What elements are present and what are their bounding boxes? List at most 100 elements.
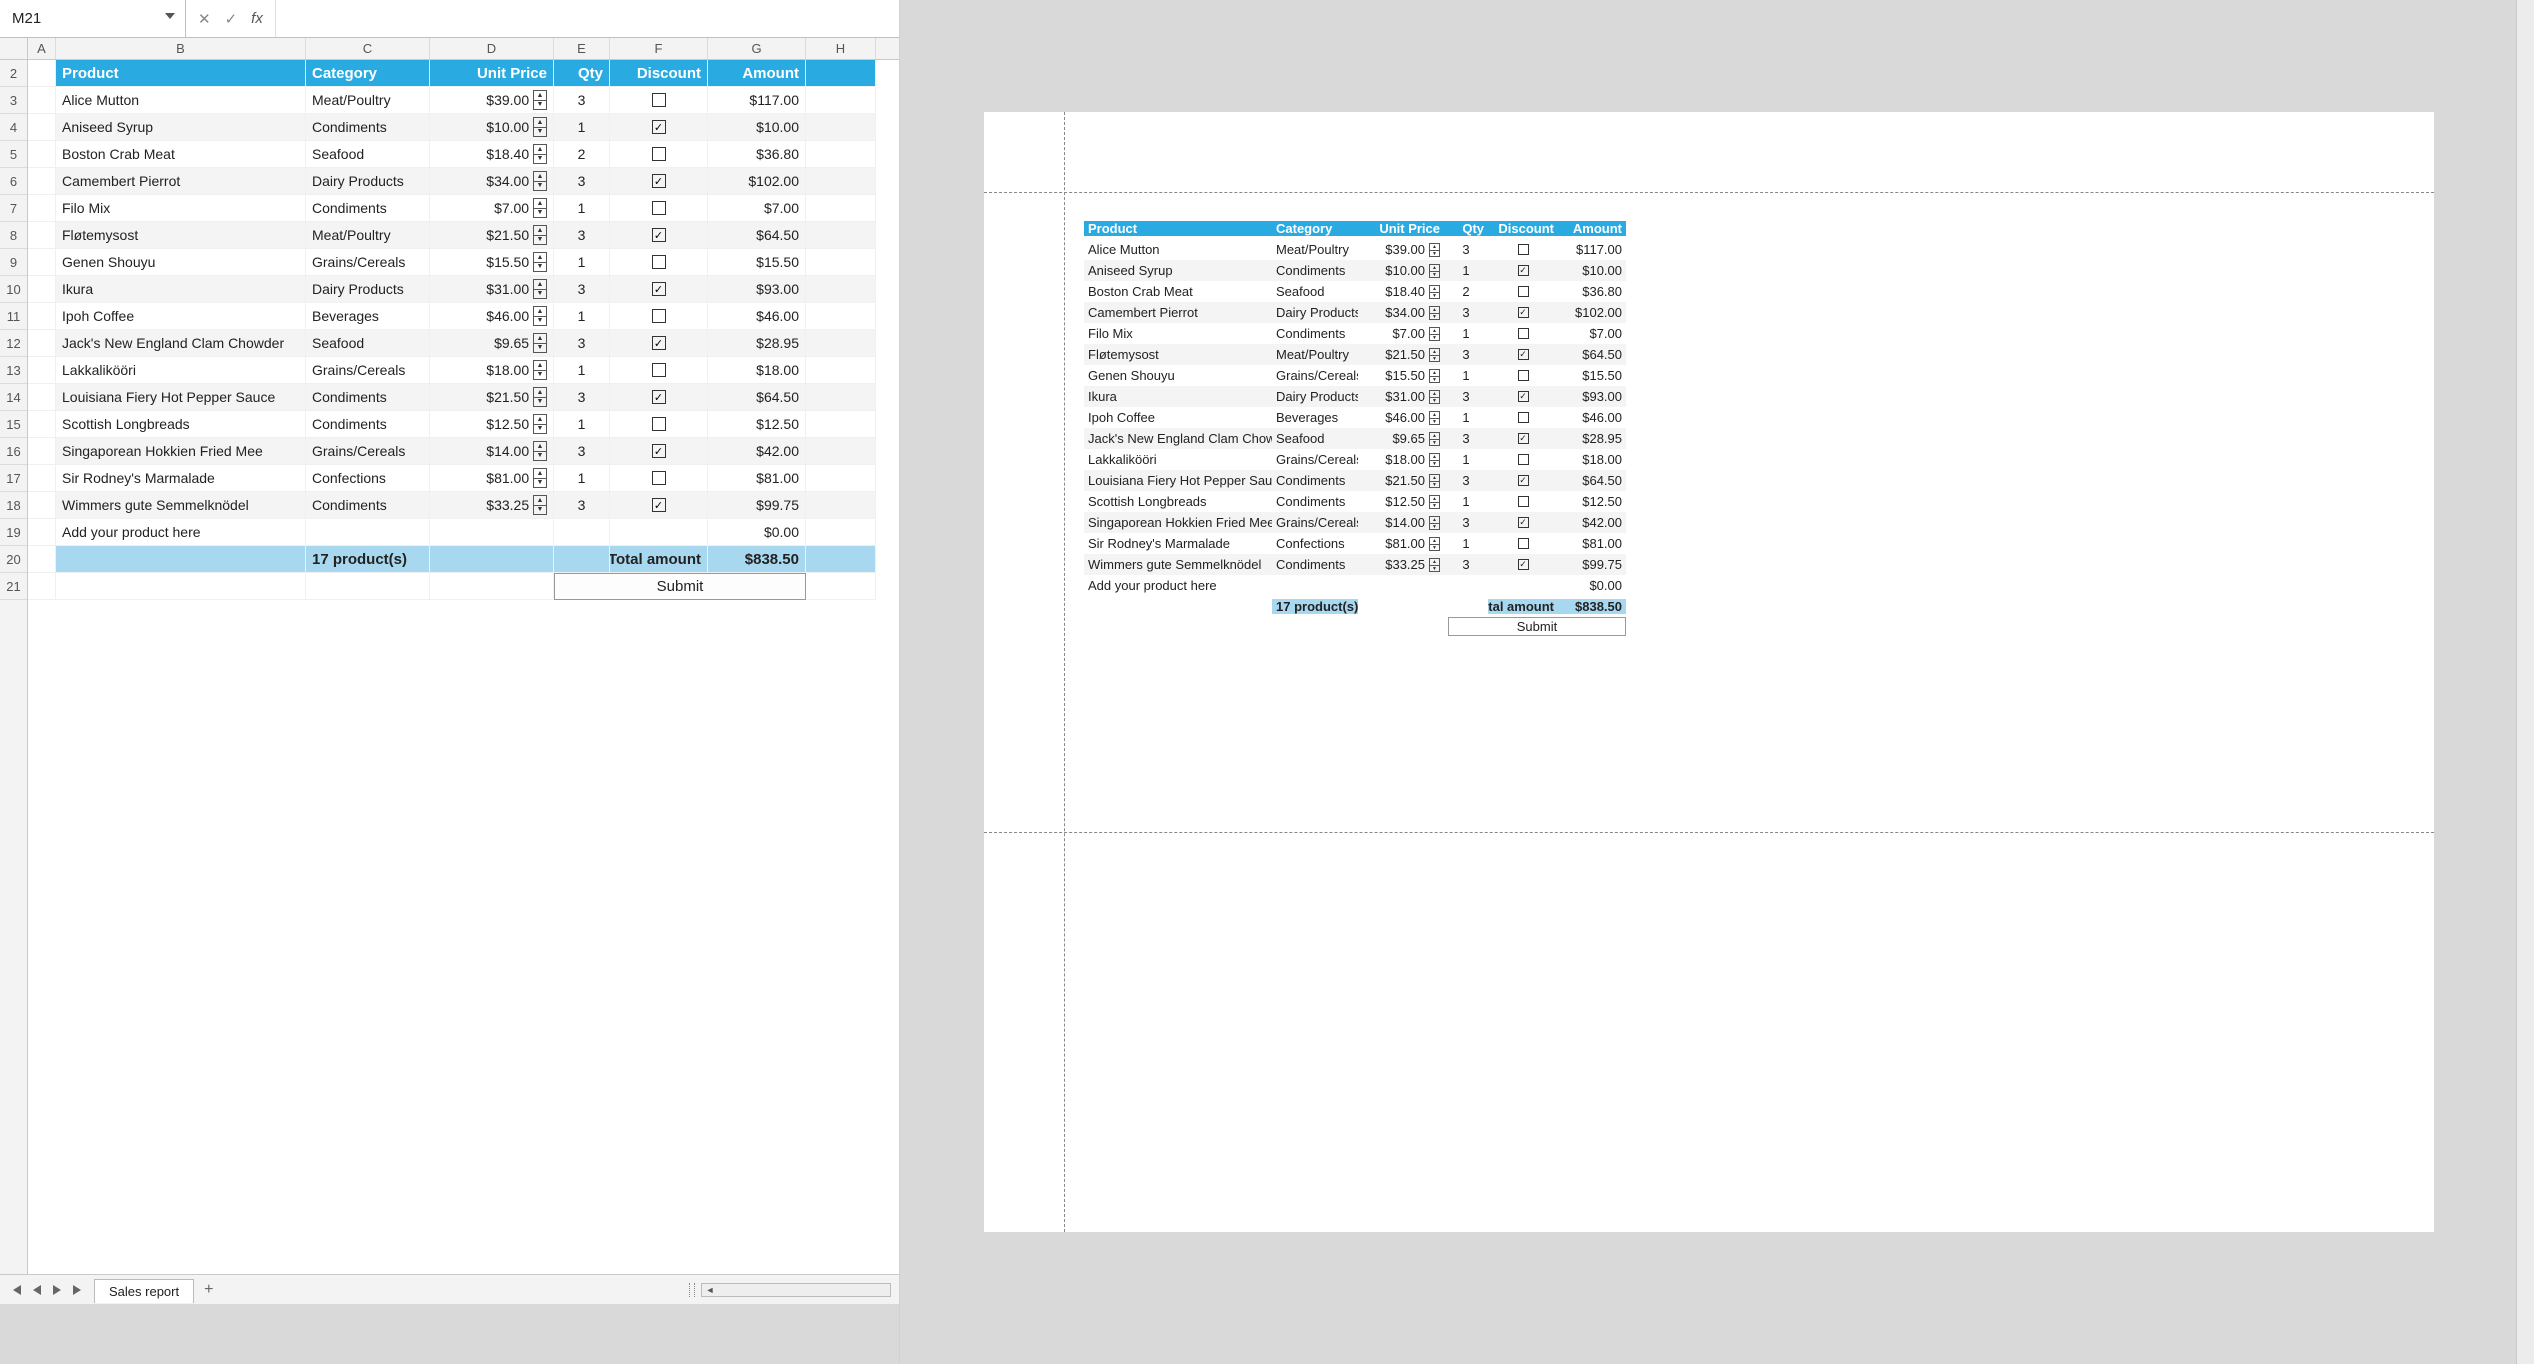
qty-stepper[interactable]: ▲▼ [533,468,547,488]
cell-amount[interactable]: $18.00 [708,357,806,384]
row-header[interactable]: 10 [0,276,27,303]
qty-stepper[interactable]: ▲▼ [533,387,547,407]
cell-unit-price[interactable]: $34.00 ▲▼ [430,168,554,195]
cell-discount[interactable]: ✓ [610,168,708,195]
cell-discount[interactable]: ✓ [610,492,708,519]
cell-product[interactable]: Genen Shouyu [56,249,306,276]
qty-stepper[interactable]: ▲▼ [1429,369,1440,383]
cell-discount[interactable] [610,411,708,438]
discount-checkbox[interactable] [652,471,666,485]
cell-product[interactable]: Boston Crab Meat [56,141,306,168]
row-header[interactable]: 9 [0,249,27,276]
row-header[interactable]: 15 [0,411,27,438]
cell[interactable] [28,330,56,357]
cell-category[interactable]: Condiments [306,411,430,438]
cell-category[interactable]: Condiments [306,492,430,519]
cell[interactable] [28,573,56,600]
discount-checkbox[interactable]: ✓ [1518,391,1529,402]
cell[interactable] [554,519,610,546]
cell-amount[interactable]: $28.95 [708,330,806,357]
row-header[interactable]: 2 [0,60,27,87]
row-header[interactable]: 20 [0,546,27,573]
qty-stepper[interactable]: ▲▼ [533,414,547,434]
cell[interactable] [28,492,56,519]
qty-stepper[interactable]: ▲▼ [1429,495,1440,509]
qty-stepper[interactable]: ▲▼ [1429,348,1440,362]
cell-category[interactable]: Dairy Products [306,168,430,195]
cell-discount[interactable] [610,357,708,384]
qty-stepper[interactable]: ▲▼ [533,279,547,299]
cell-category[interactable]: Confections [306,465,430,492]
add-sheet-button[interactable]: + [194,1281,223,1299]
cell-amount[interactable]: $64.50 [708,384,806,411]
qty-stepper[interactable]: ▲▼ [1429,243,1440,257]
cell-amount[interactable]: $10.00 [708,114,806,141]
cell-amount[interactable]: $99.75 [708,492,806,519]
cell[interactable] [806,276,876,303]
last-sheet-icon[interactable] [72,1285,84,1295]
next-sheet-icon[interactable] [52,1285,62,1295]
accept-icon[interactable]: ✓ [225,10,238,28]
cell-qty[interactable]: 1 [554,411,610,438]
cell[interactable] [28,168,56,195]
cell-product[interactable]: Camembert Pierrot [56,168,306,195]
discount-checkbox[interactable] [1518,286,1529,297]
cell-discount[interactable] [610,465,708,492]
cell[interactable] [554,546,610,573]
cell-product[interactable]: Ikura [56,276,306,303]
cell[interactable] [806,384,876,411]
cell-category[interactable]: Grains/Cereals [306,357,430,384]
cell-unit-price[interactable]: $18.00 ▲▼ [430,357,554,384]
row-header[interactable]: 8 [0,222,27,249]
cell[interactable] [28,195,56,222]
cell[interactable] [28,222,56,249]
cell[interactable] [28,384,56,411]
cell-category[interactable]: Condiments [306,384,430,411]
column-header[interactable]: D [430,38,554,59]
discount-checkbox[interactable] [652,363,666,377]
discount-checkbox[interactable] [652,309,666,323]
cell-product[interactable]: Ipoh Coffee [56,303,306,330]
discount-checkbox[interactable]: ✓ [652,390,666,404]
row-header[interactable]: 21 [0,573,27,600]
cell-unit-price[interactable]: $21.50 ▲▼ [430,384,554,411]
row-header[interactable]: 16 [0,438,27,465]
cell-amount[interactable]: $46.00 [708,303,806,330]
qty-stepper[interactable]: ▲▼ [533,90,547,110]
discount-checkbox[interactable]: ✓ [652,120,666,134]
cell[interactable] [28,438,56,465]
qty-stepper[interactable]: ▲▼ [1429,285,1440,299]
cell-category[interactable]: Condiments [306,195,430,222]
cell-discount[interactable]: ✓ [610,222,708,249]
row-header[interactable]: 18 [0,492,27,519]
qty-stepper[interactable]: ▲▼ [1429,453,1440,467]
cell-discount[interactable] [610,249,708,276]
cell-unit-price[interactable]: $12.50 ▲▼ [430,411,554,438]
add-product-row[interactable]: Add your product here$0.00 [28,519,899,546]
cell-amount[interactable]: $81.00 [708,465,806,492]
qty-stepper[interactable]: ▲▼ [1429,306,1440,320]
cell-category[interactable]: Beverages [306,303,430,330]
cell-discount[interactable]: ✓ [610,330,708,357]
cell-amount[interactable]: $64.50 [708,222,806,249]
discount-checkbox[interactable] [652,201,666,215]
cell[interactable] [56,573,306,600]
qty-stepper[interactable]: ▲▼ [1429,432,1440,446]
row-header[interactable]: 4 [0,114,27,141]
qty-stepper[interactable]: ▲▼ [1429,537,1440,551]
cell-qty[interactable]: 3 [554,222,610,249]
column-header[interactable]: E [554,38,610,59]
name-box[interactable]: M21 [0,0,186,37]
cell[interactable] [306,519,430,546]
cell[interactable] [806,60,876,87]
cell-product[interactable]: Lakkalikööri [56,357,306,384]
cell-amount[interactable]: $93.00 [708,276,806,303]
qty-stepper[interactable]: ▲▼ [533,225,547,245]
cell[interactable] [806,114,876,141]
cell[interactable] [28,276,56,303]
qty-stepper[interactable]: ▲▼ [1429,411,1440,425]
cell[interactable] [430,546,554,573]
cell[interactable] [806,330,876,357]
cell-qty[interactable]: 2 [554,141,610,168]
discount-checkbox[interactable] [1518,412,1529,423]
